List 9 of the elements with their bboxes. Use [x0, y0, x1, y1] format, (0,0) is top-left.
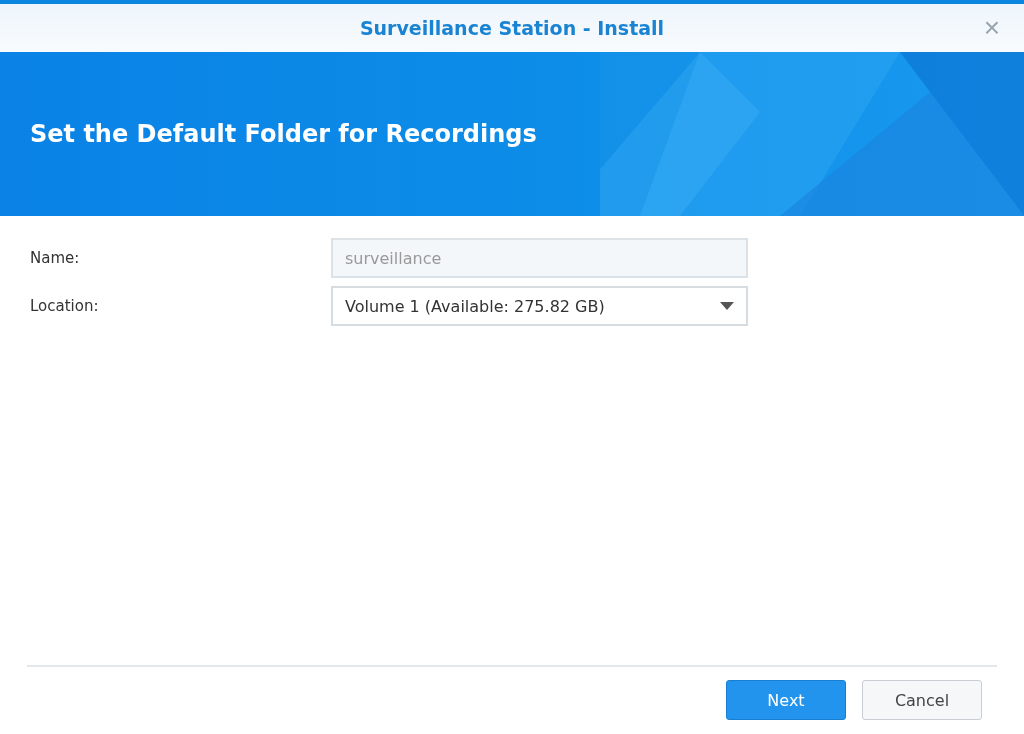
- close-button[interactable]: ×: [979, 14, 1004, 42]
- field-label: Name:: [30, 249, 81, 267]
- window-title: Surveillance Station - Install: [359, 17, 665, 39]
- location-dropdown[interactable]: Volume 1 (Available: 275.82 GB): [331, 286, 748, 326]
- cancel-button[interactable]: Cancel: [862, 680, 982, 720]
- caret-icon: [720, 302, 734, 310]
- next-button[interactable]: Next: [726, 680, 846, 720]
- field-label: Location:: [30, 297, 100, 315]
- page-heading: Set the Default Folder for Recordings: [30, 120, 537, 148]
